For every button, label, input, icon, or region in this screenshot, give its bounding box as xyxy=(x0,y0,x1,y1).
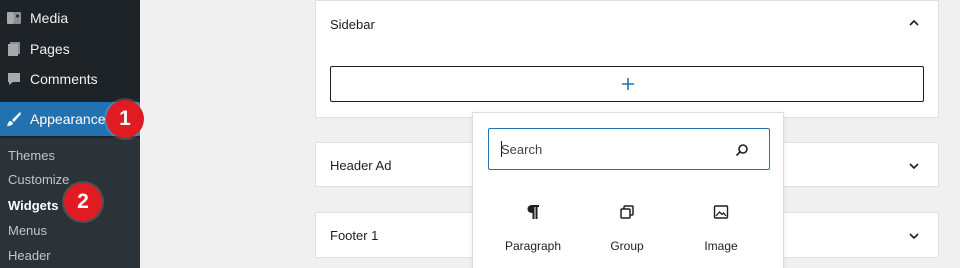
block-image[interactable]: Image xyxy=(681,203,761,263)
text-caret xyxy=(501,141,502,157)
menu-item-media[interactable]: Media xyxy=(0,3,140,33)
chevron-down-icon[interactable] xyxy=(908,230,920,242)
submenu-item-widgets[interactable]: Widgets xyxy=(8,198,58,213)
block-group[interactable]: Group xyxy=(587,203,667,263)
search-icon xyxy=(735,144,748,157)
submenu-item-menus[interactable]: Menus xyxy=(8,223,47,238)
menu-label-appearance: Appearance xyxy=(30,111,106,127)
menu-label-pages: Pages xyxy=(30,41,70,57)
submenu-item-customize[interactable]: Customize xyxy=(8,172,69,187)
chevron-up-icon[interactable] xyxy=(908,17,920,29)
image-icon xyxy=(712,203,730,221)
comments-icon xyxy=(6,71,22,87)
group-icon xyxy=(618,203,636,221)
menu-item-pages[interactable]: Pages xyxy=(0,34,140,64)
menu-label-media: Media xyxy=(30,10,69,26)
step-marker-2: 2 xyxy=(64,183,102,221)
widget-area-title: Header Ad xyxy=(330,158,392,173)
block-search-box[interactable] xyxy=(488,128,770,170)
block-inserter-popover: Paragraph Group Image xyxy=(472,112,784,268)
plus-icon xyxy=(622,78,634,90)
step-marker-1: 1 xyxy=(106,100,144,138)
chevron-down-icon[interactable] xyxy=(908,160,920,172)
menu-label-comments: Comments xyxy=(30,71,98,87)
block-label: Image xyxy=(704,239,738,253)
media-icon xyxy=(6,10,22,26)
paragraph-icon xyxy=(524,203,542,221)
block-label: Group xyxy=(610,239,644,253)
add-block-button[interactable] xyxy=(618,74,638,94)
widget-area-title[interactable]: Sidebar xyxy=(330,17,375,32)
menu-item-comments[interactable]: Comments xyxy=(0,64,140,94)
widget-area-title: Footer 1 xyxy=(330,228,379,243)
paintbrush-icon xyxy=(6,111,22,127)
pages-icon xyxy=(6,41,22,57)
block-label: Paragraph xyxy=(504,239,562,253)
submenu-item-header[interactable]: Header xyxy=(8,248,51,263)
submenu-item-themes[interactable]: Themes xyxy=(8,148,55,163)
block-search-input[interactable] xyxy=(501,140,721,158)
block-paragraph[interactable]: Paragraph xyxy=(493,203,573,263)
